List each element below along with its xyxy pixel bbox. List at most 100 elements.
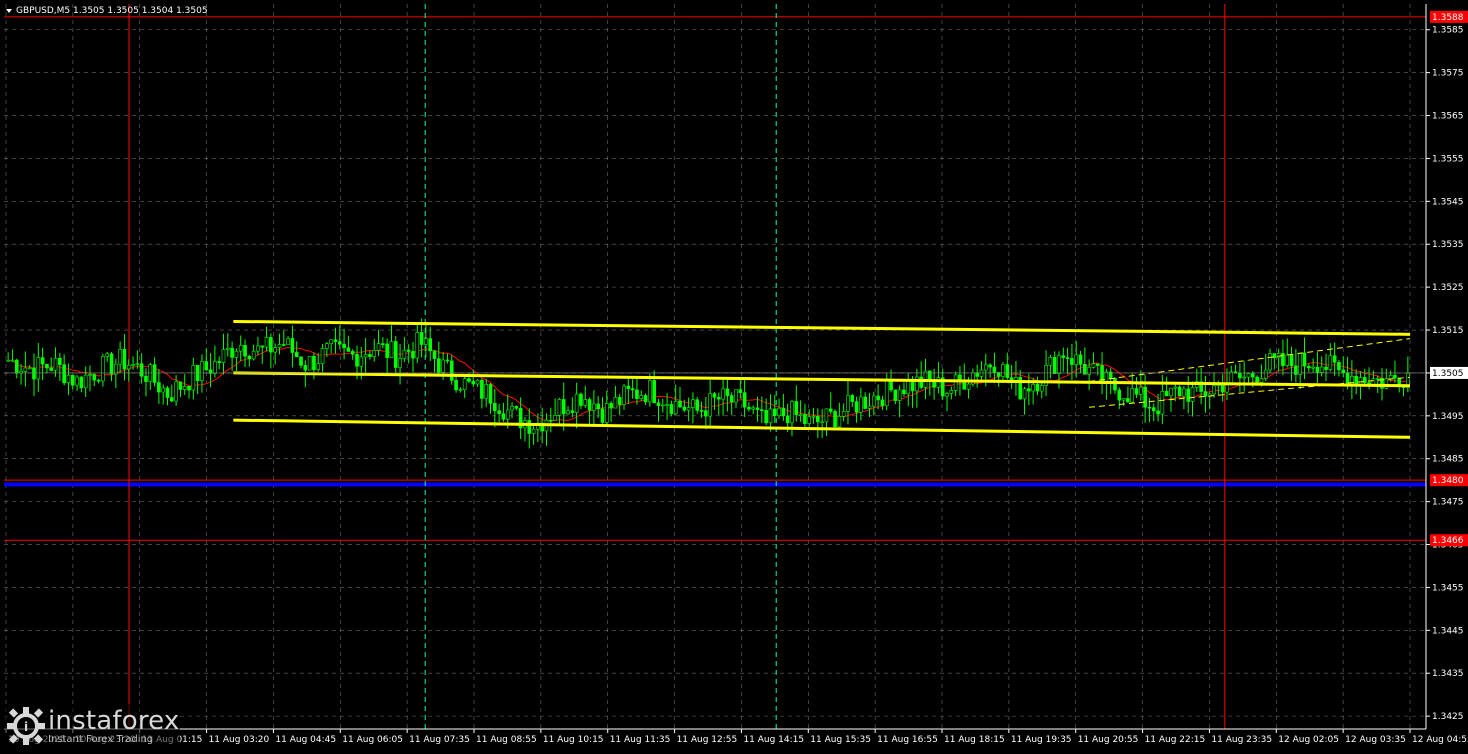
- candle: [307, 356, 312, 371]
- candle-body: [570, 410, 575, 413]
- candle-body: [992, 366, 997, 373]
- candle-body: [135, 363, 140, 366]
- candle-body: [1022, 388, 1027, 400]
- candle-body: [299, 356, 303, 366]
- candle-body: [548, 419, 553, 422]
- candle-body: [428, 338, 433, 352]
- candle-body: [251, 350, 256, 360]
- candle-body: [88, 374, 92, 376]
- candle-body: [497, 410, 501, 414]
- time-tick-label-21: 12 Aug 04:55: [1412, 735, 1468, 745]
- price-tick-label-16: 1.3425: [1432, 712, 1464, 722]
- time-tick-label-11: 11 Aug 14:15: [743, 735, 804, 745]
- candle-body: [49, 367, 54, 371]
- candle-body: [75, 376, 79, 386]
- candle-body: [966, 383, 971, 390]
- candle-body: [126, 365, 131, 370]
- candle-body: [833, 411, 837, 428]
- candle-body: [1289, 354, 1294, 367]
- candle-body: [454, 380, 458, 391]
- candle-body: [182, 386, 187, 390]
- candle-body: [131, 364, 135, 366]
- candle-body: [256, 345, 260, 352]
- candle-body: [1173, 386, 1178, 389]
- candle-body: [734, 389, 738, 403]
- candle-body: [217, 361, 221, 363]
- candle-body: [1031, 383, 1035, 392]
- candle-body: [157, 382, 161, 393]
- candle-body: [721, 388, 725, 400]
- candle-body: [579, 393, 583, 406]
- candle-body: [880, 399, 885, 407]
- price-tick-label-13: 1.3455: [1432, 583, 1464, 593]
- candle-body: [393, 341, 398, 368]
- candle-body: [221, 349, 226, 363]
- candle-body: [841, 411, 846, 417]
- candle-body: [247, 355, 252, 360]
- candle-body: [1186, 388, 1191, 402]
- candle-body: [604, 403, 609, 423]
- time-tick-label-10: 11 Aug 12:55: [677, 735, 738, 745]
- candle-body: [58, 357, 62, 365]
- candle-body: [648, 380, 652, 403]
- level-tag-1: 1.3480: [1432, 476, 1464, 486]
- candle-body: [1130, 388, 1135, 403]
- candle-body: [1139, 386, 1143, 395]
- time-tick-label-12: 11 Aug 15:35: [810, 735, 871, 745]
- candle-body: [1393, 374, 1397, 379]
- candle-body: [1048, 357, 1053, 366]
- candle-body: [264, 337, 269, 348]
- candle-body: [725, 388, 730, 396]
- candle-body: [467, 378, 471, 382]
- candle-body: [230, 347, 234, 358]
- candle-body: [286, 338, 290, 346]
- price-tick-label-3: 1.3555: [1432, 154, 1464, 164]
- time-tick-label-8: 11 Aug 10:15: [543, 735, 604, 745]
- candle-body: [1177, 386, 1182, 397]
- candle-body: [281, 344, 286, 346]
- candle-body: [1311, 366, 1315, 369]
- candle-body: [785, 415, 790, 424]
- candle-body: [695, 399, 700, 411]
- symbol-info: GBPUSD,M5 1.3505 1.3505 1.3504 1.3505: [16, 6, 208, 16]
- price-chart[interactable]: 1.3585 1.3575 1.3565 1.3555 1.3545 1.3535 1.35…: [0, 0, 1468, 750]
- candle-body: [402, 349, 407, 359]
- price-tick-label-1: 1.3575: [1432, 69, 1464, 79]
- candle-body: [1134, 388, 1139, 395]
- candle-body: [781, 407, 786, 417]
- chart-canvas[interactable]: 1.3585 1.3575 1.3565 1.3555 1.3545 1.3535 1.35…: [0, 0, 1468, 750]
- symbol-header: GBPUSD,M5 1.3505 1.3505 1.3504 1.3505: [6, 6, 208, 16]
- candle-body: [1388, 374, 1393, 380]
- candle-body: [958, 374, 962, 381]
- candle-body: [755, 407, 760, 410]
- candle: [1177, 385, 1182, 397]
- candle-body: [1259, 378, 1264, 383]
- candle-body: [1375, 378, 1380, 380]
- candle-body: [630, 388, 635, 391]
- candle-body: [682, 406, 687, 411]
- candle-body: [859, 396, 863, 413]
- candle-body: [1035, 383, 1040, 392]
- candle-body: [303, 365, 308, 371]
- candle-body: [583, 399, 588, 406]
- candle-body: [316, 363, 321, 370]
- candle-body: [1337, 362, 1341, 371]
- instaforex-logo: i instaforex Instant Forex Trading: [2, 704, 180, 748]
- candle-body: [587, 399, 592, 411]
- candle-body: [187, 386, 191, 391]
- candle-body: [406, 349, 411, 352]
- candle-body: [897, 389, 902, 401]
- candle-body: [824, 408, 829, 423]
- candle-body: [1341, 369, 1346, 373]
- candle-body: [118, 349, 122, 365]
- candle-body: [988, 364, 992, 368]
- candle-body: [260, 345, 265, 348]
- time-tick-label-15: 11 Aug 19:35: [1011, 735, 1072, 745]
- time-tick-label-6: 11 Aug 07:35: [409, 735, 470, 745]
- candle-body: [729, 395, 734, 403]
- candle-body: [1190, 387, 1195, 402]
- time-tick-label-16: 11 Aug 20:55: [1078, 735, 1139, 745]
- level-tag-2: 1.3466: [1432, 536, 1464, 546]
- candle-body: [359, 356, 364, 367]
- candle-body: [475, 379, 480, 385]
